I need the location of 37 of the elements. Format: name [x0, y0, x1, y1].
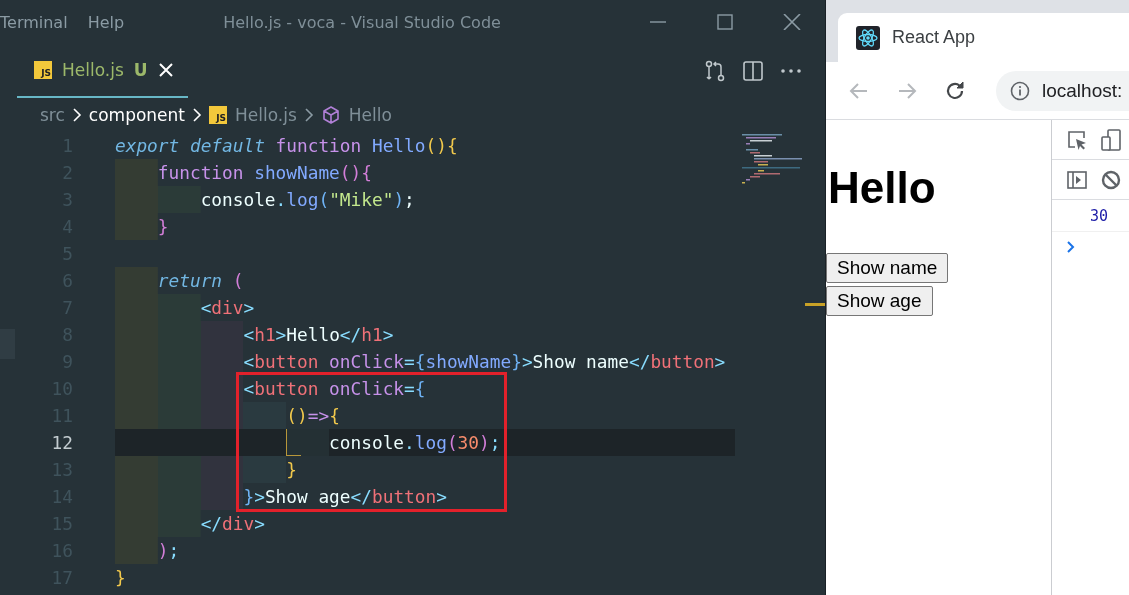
- browser-tab[interactable]: React App: [838, 13, 1129, 62]
- code-line: export default function Hello(){: [115, 134, 458, 158]
- js-file-icon: JS: [34, 61, 52, 79]
- line-number: 12: [50, 431, 74, 455]
- breadcrumb-item[interactable]: Hello: [320, 105, 392, 125]
- page-heading: Hello: [828, 164, 937, 213]
- device-icon[interactable]: [1100, 127, 1122, 152]
- menu-item[interactable]: Terminal: [0, 12, 68, 32]
- cube-icon: [320, 105, 341, 125]
- editor-tab[interactable]: JS Hello.js U: [17, 44, 188, 98]
- overview-ruler-mark: [805, 303, 825, 306]
- js-file-icon: JS: [209, 106, 227, 124]
- maximize-icon[interactable]: [715, 14, 734, 30]
- split-editor-icon[interactable]: [741, 59, 765, 83]
- tab-label: Hello.js: [62, 60, 124, 80]
- address-bar[interactable]: localhost:: [996, 70, 1129, 111]
- clear-icon[interactable]: [1100, 168, 1122, 191]
- chevron-icon: [71, 107, 82, 123]
- info-icon[interactable]: [1010, 80, 1030, 101]
- breadcrumb-item[interactable]: src: [40, 105, 65, 125]
- menu-item[interactable]: Help: [87, 12, 125, 32]
- page-button[interactable]: Show name: [826, 253, 949, 284]
- chevron-icon: [192, 107, 202, 123]
- code-line: }: [115, 566, 126, 590]
- sidebar-toggle-icon[interactable]: [1066, 168, 1088, 191]
- breadcrumb-item[interactable]: component: [88, 105, 185, 125]
- atom-icon: [856, 25, 880, 50]
- window-title: Hello.js - voca - Visual Studio Code: [222, 12, 502, 32]
- git-status: U: [133, 60, 148, 80]
- console-message: 30: [1090, 206, 1109, 225]
- minimap-drawing[interactable]: [740, 132, 802, 186]
- prompt-icon: [1066, 240, 1076, 254]
- breadcrumb-item[interactable]: JS Hello.js: [209, 105, 297, 125]
- chevron-icon: [303, 107, 314, 123]
- page-button[interactable]: Show age: [826, 286, 933, 317]
- inspect-icon[interactable]: [1066, 128, 1088, 151]
- compare-changes-icon[interactable]: [703, 59, 727, 83]
